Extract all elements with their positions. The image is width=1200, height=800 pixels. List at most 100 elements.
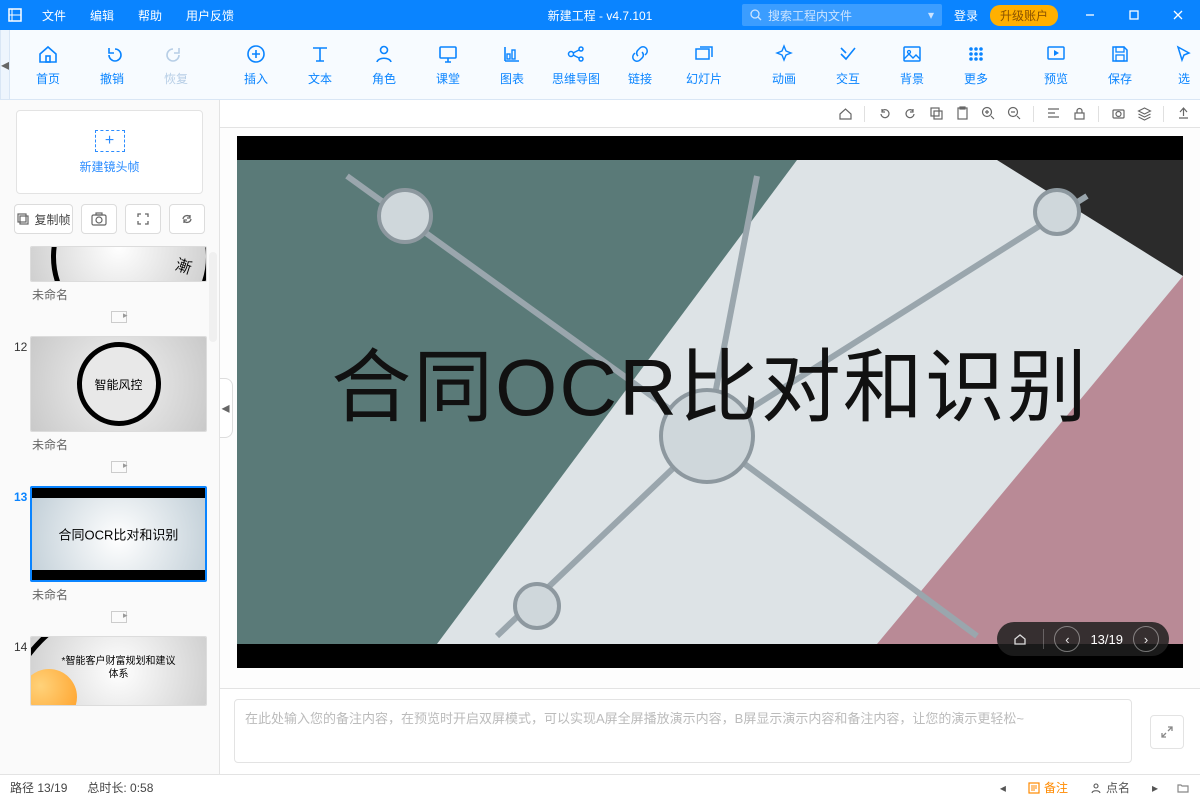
more-button[interactable]: 更多 <box>944 30 1008 99</box>
login-link[interactable]: 登录 <box>942 7 990 24</box>
notes-expand-button[interactable] <box>1150 715 1184 749</box>
status-rollcall-label: 点名 <box>1106 779 1130 796</box>
expand-icon <box>136 212 150 226</box>
ct-rotate-right-icon[interactable] <box>899 103 921 125</box>
undo-icon <box>101 42 123 66</box>
slide-main-title[interactable]: 合同OCR比对和识别 <box>237 323 1183 439</box>
class-button[interactable]: 课堂 <box>416 30 480 99</box>
slide-scrollbar[interactable] <box>209 252 217 342</box>
ct-zoom-in-icon[interactable] <box>977 103 999 125</box>
slide-panel: + 新建镜头帧 复制帧 漸 未命名 <box>0 100 220 774</box>
ct-layers-icon[interactable] <box>1133 103 1155 125</box>
status-next-button[interactable]: ▸ <box>1144 779 1166 797</box>
link-button[interactable]: 链接 <box>608 30 672 99</box>
transition-icon <box>30 311 207 332</box>
interact-button[interactable]: 交互 <box>816 30 880 99</box>
fullscreen-button[interactable] <box>125 204 161 234</box>
role-button[interactable]: 角色 <box>352 30 416 99</box>
camera-button[interactable] <box>81 204 117 234</box>
transition-icon <box>30 461 207 482</box>
chart-button[interactable]: 图表 <box>480 30 544 99</box>
image-icon <box>901 42 923 66</box>
maximize-button[interactable] <box>1112 0 1156 30</box>
save-icon <box>1109 42 1131 66</box>
bg-button[interactable]: 背景 <box>880 30 944 99</box>
notes-area <box>220 688 1200 774</box>
minimize-button[interactable] <box>1068 0 1112 30</box>
collapse-panel-button[interactable]: ◂ <box>220 378 233 438</box>
note-icon <box>1028 782 1040 794</box>
menu-edit[interactable]: 编辑 <box>78 0 126 30</box>
chart-label: 图表 <box>500 70 524 87</box>
close-button[interactable] <box>1156 0 1200 30</box>
copy-frame-button[interactable]: 复制帧 <box>14 204 73 234</box>
ct-zoom-out-icon[interactable] <box>1003 103 1025 125</box>
undo-label: 撤销 <box>100 70 124 87</box>
class-label: 课堂 <box>436 70 460 87</box>
menu-file[interactable]: 文件 <box>30 0 78 30</box>
redo-button[interactable]: 恢复 <box>144 30 208 99</box>
person-icon <box>373 42 395 66</box>
slide-canvas[interactable]: 合同OCR比对和识别 ‹ 13/19 › <box>237 136 1183 668</box>
search-placeholder: 搜索工程内文件 <box>768 7 852 24</box>
copy-icon <box>16 212 30 226</box>
nav-next-button[interactable]: › <box>1133 626 1159 652</box>
text-label: 文本 <box>308 70 332 87</box>
ct-export-icon[interactable] <box>1172 103 1194 125</box>
slide-thumb-13[interactable]: 13 合同OCR比对和识别 未命名 <box>4 482 211 632</box>
mindmap-button[interactable]: 思维导图 <box>544 30 608 99</box>
status-notes-label: 备注 <box>1044 779 1068 796</box>
preview-button[interactable]: 预览 <box>1024 30 1088 99</box>
anim-button[interactable]: 动画 <box>752 30 816 99</box>
select-button[interactable]: 选 <box>1152 30 1200 99</box>
text-button[interactable]: 文本 <box>288 30 352 99</box>
ct-camera-icon[interactable] <box>1107 103 1129 125</box>
ct-copy-icon[interactable] <box>925 103 947 125</box>
loop-button[interactable] <box>169 204 205 234</box>
save-button[interactable]: 保存 <box>1088 30 1152 99</box>
nav-prev-button[interactable]: ‹ <box>1054 626 1080 652</box>
home-icon <box>37 42 59 66</box>
status-rollcall-button[interactable]: 点名 <box>1082 777 1138 798</box>
preview-label: 预览 <box>1044 70 1068 87</box>
canvas-nav: ‹ 13/19 › <box>997 622 1169 656</box>
ct-rotate-left-icon[interactable] <box>873 103 895 125</box>
status-path: 路径 13/19 <box>0 779 77 796</box>
slide-thumb-11[interactable]: 漸 未命名 <box>4 242 211 332</box>
slide-thumb-12[interactable]: 12 智能风控 未命名 <box>4 332 211 482</box>
menu-help[interactable]: 帮助 <box>126 0 174 30</box>
slide-12-num: 12 <box>8 336 30 482</box>
slide-13-title: 合同OCR比对和识别 <box>32 525 205 544</box>
ct-paste-icon[interactable] <box>951 103 973 125</box>
nav-home-icon[interactable] <box>1007 626 1033 652</box>
slide-12-title: 智能风控 <box>77 342 161 426</box>
status-notes-button[interactable]: 备注 <box>1020 777 1076 798</box>
upgrade-button[interactable]: 升级账户 <box>990 5 1058 26</box>
titlebar: 文件 编辑 帮助 用户反馈 新建工程 - v4.7.101 搜索工程内文件 ▾ … <box>0 0 1200 30</box>
slide-13-caption: 未命名 <box>30 582 207 611</box>
status-folder-icon[interactable] <box>1172 777 1194 799</box>
ct-align-icon[interactable] <box>1042 103 1064 125</box>
page-indicator: 13/19 <box>1090 632 1123 647</box>
status-duration: 总时长: 0:58 <box>77 779 163 796</box>
home-button[interactable]: 首页 <box>16 30 80 99</box>
toolbar: ◂ 首页 撤销 恢复 插入 文本 角色 课堂 <box>0 30 1200 100</box>
status-prev-button[interactable]: ◂ <box>992 779 1014 797</box>
undo-button[interactable]: 撤销 <box>80 30 144 99</box>
anim-label: 动画 <box>772 70 796 87</box>
slide-button[interactable]: 幻灯片 <box>672 30 736 99</box>
plus-icon: + <box>95 130 125 152</box>
search-input[interactable]: 搜索工程内文件 ▾ <box>742 4 942 26</box>
play-icon <box>1045 42 1067 66</box>
menu-feedback[interactable]: 用户反馈 <box>174 0 246 30</box>
app-logo-icon <box>0 8 30 22</box>
insert-button[interactable]: 插入 <box>224 30 288 99</box>
chevron-down-icon[interactable]: ▾ <box>928 8 934 22</box>
slide-thumb-14[interactable]: 14 *智能客户财富规划和建议体系 <box>4 632 211 706</box>
new-frame-button[interactable]: + 新建镜头帧 <box>16 110 203 194</box>
slides-icon <box>693 42 715 66</box>
ct-home-icon[interactable] <box>834 103 856 125</box>
ct-lock-icon[interactable] <box>1068 103 1090 125</box>
toolbar-scroll-left[interactable]: ◂ <box>0 30 10 99</box>
notes-input[interactable] <box>234 699 1132 763</box>
